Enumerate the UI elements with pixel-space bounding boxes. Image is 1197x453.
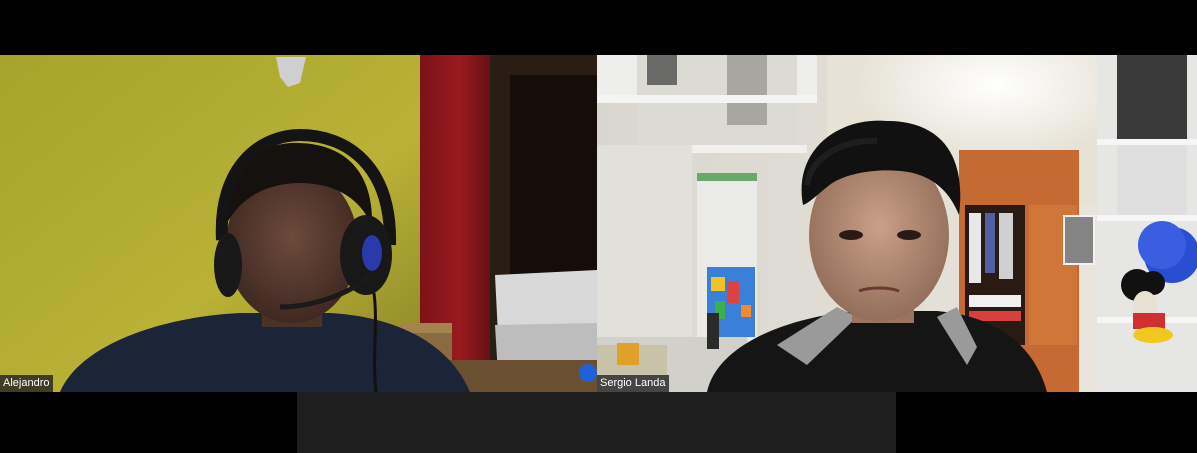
empty-video-tile xyxy=(297,392,896,453)
video-tile-alejandro[interactable]: Alejandro xyxy=(0,55,597,392)
video-tile-sergio-landa[interactable]: Sergio Landa xyxy=(597,55,1197,392)
participant-name-tag: Sergio Landa xyxy=(597,375,670,392)
video-feed-sergio-landa xyxy=(597,55,1197,392)
participant-name-tag: Alejandro xyxy=(0,375,54,392)
video-feed-alejandro xyxy=(0,55,597,392)
